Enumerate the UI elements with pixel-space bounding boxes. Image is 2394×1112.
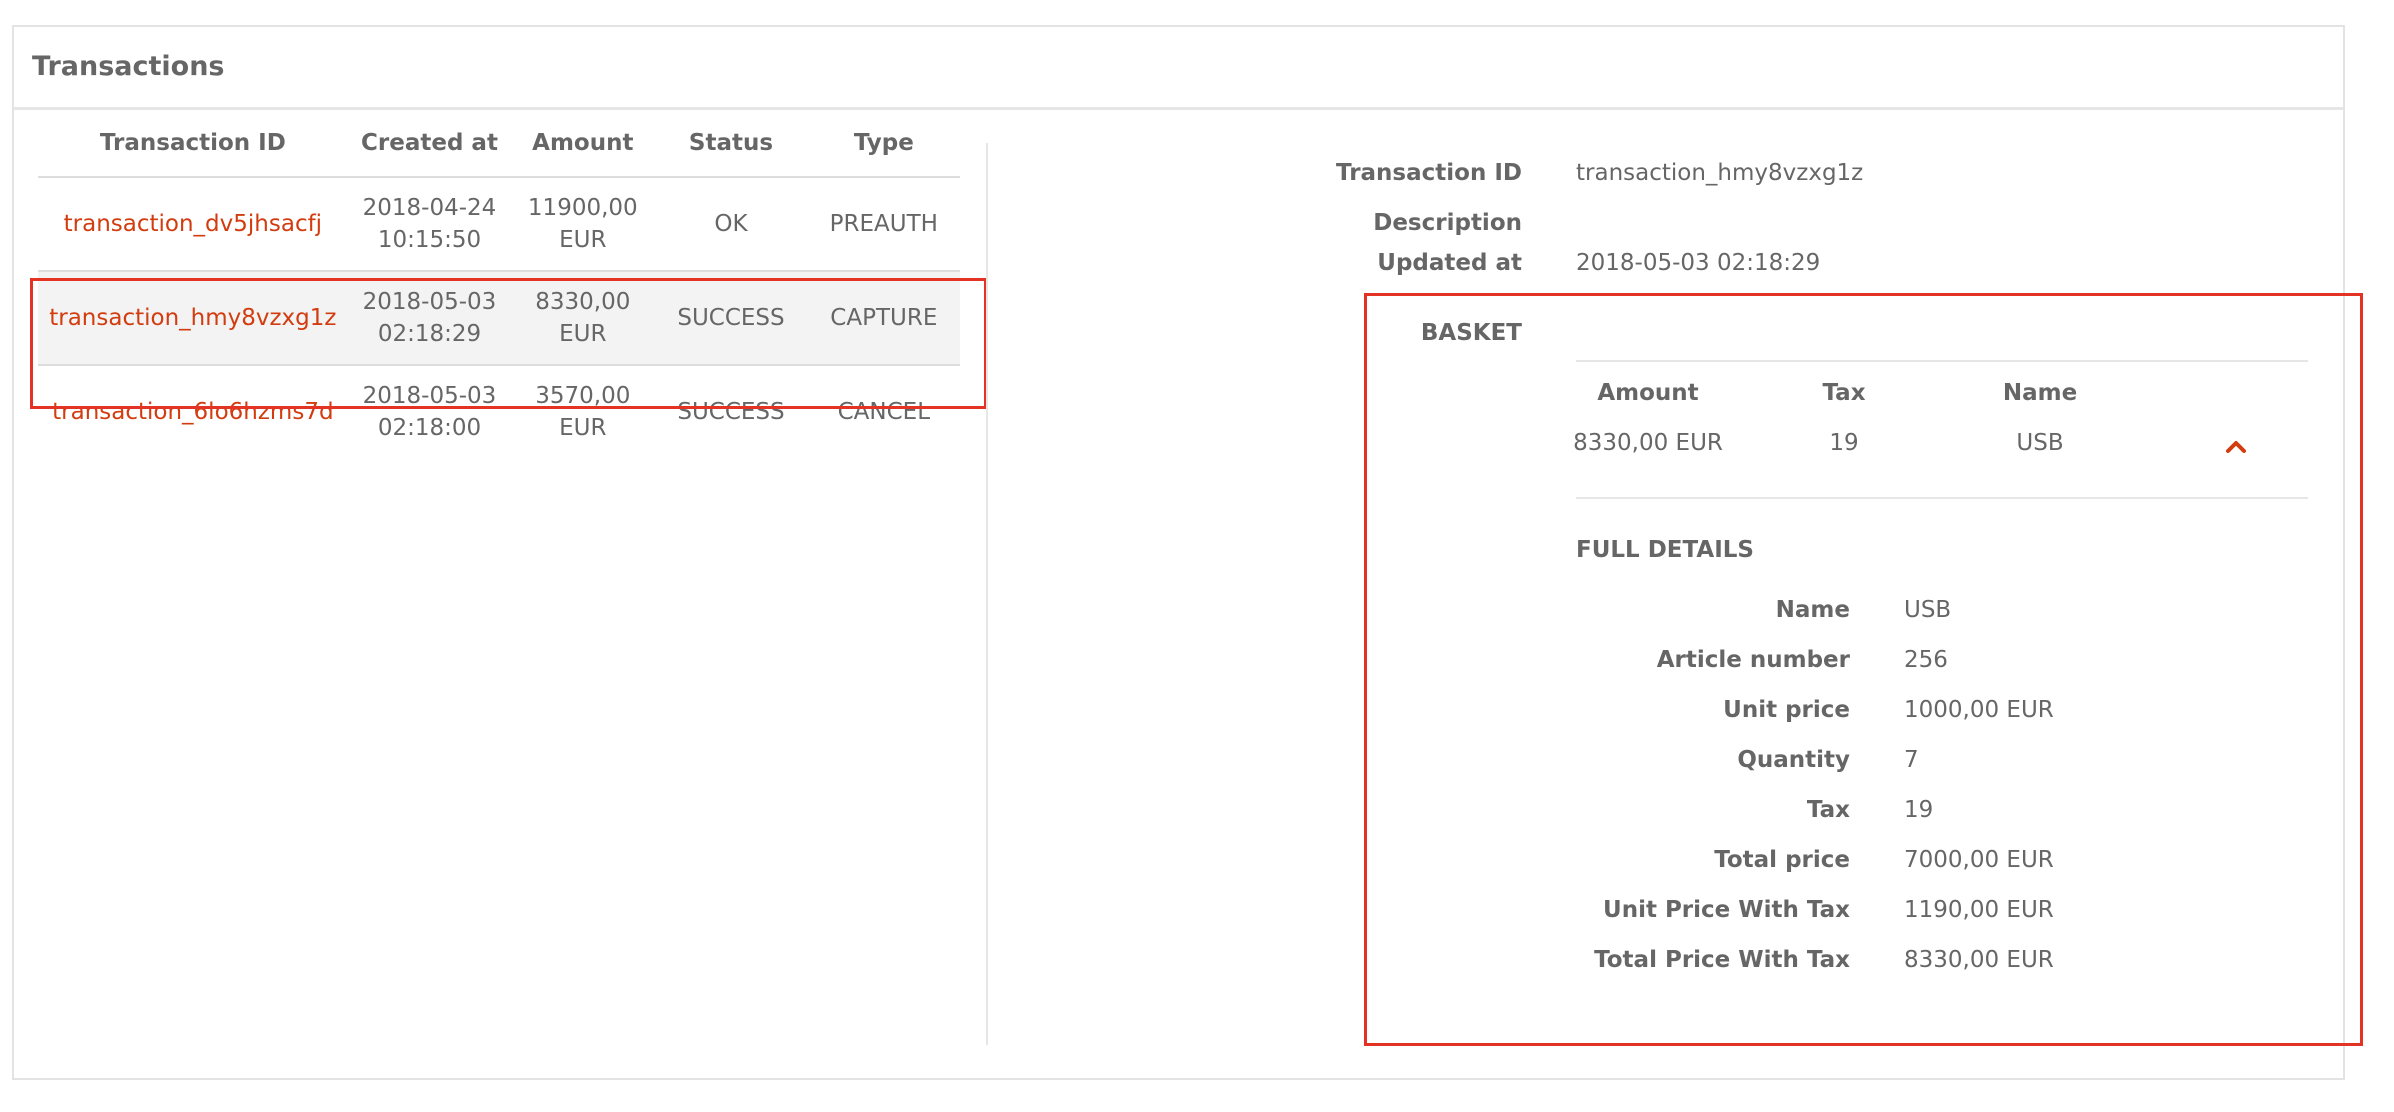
- amount-value: 11900,00: [527, 195, 638, 221]
- full-details-label: Article number: [1656, 647, 1850, 673]
- row-created-at: 2018-05-03 02:18:00: [348, 365, 512, 458]
- transaction-link[interactable]: transaction_6lo6hzms7d: [52, 399, 333, 425]
- table-header-row: Transaction ID Created at Amount Status …: [38, 110, 960, 178]
- full-details-label: Quantity: [1737, 747, 1850, 773]
- row-transaction-id[interactable]: transaction_hmy8vzxg1z: [38, 270, 348, 366]
- row-type: CANCEL: [837, 399, 931, 425]
- header-transaction-id: Transaction ID: [38, 110, 348, 178]
- full-details-title: FULL DETAILS: [1576, 537, 1754, 563]
- row-transaction-id[interactable]: transaction_dv5jhsacfj: [38, 177, 348, 271]
- detail-transaction-id-label: Transaction ID: [1336, 160, 1522, 186]
- amount-value: 3570,00: [535, 383, 631, 409]
- row-type: CAPTURE: [807, 270, 960, 366]
- table-row-selected[interactable]: transaction_hmy8vzxg1z 2018-05-03 02:18:2…: [38, 270, 960, 366]
- header-type: Type: [807, 110, 960, 178]
- full-details-label: Name: [1775, 597, 1850, 623]
- row-status: OK: [714, 211, 748, 237]
- vertical-divider: [986, 143, 988, 1045]
- detail-updated-label: Updated at: [1377, 250, 1522, 276]
- basket-label: BASKET: [1420, 320, 1522, 346]
- created-time: 10:15:50: [377, 227, 482, 253]
- basket-tax: 19: [1829, 430, 1859, 456]
- row-amount: 11900,00 EUR: [511, 177, 654, 271]
- detail-transaction-id-value: transaction_hmy8vzxg1z: [1576, 160, 1864, 186]
- amount-currency: EUR: [559, 321, 607, 347]
- row-created-at: 2018-05-03 02:18:29: [347, 270, 512, 366]
- amount-currency: EUR: [559, 415, 607, 441]
- full-details-value: 1000,00 EUR: [1904, 697, 2054, 723]
- basket-divider-top: [1576, 360, 2308, 362]
- panel-title: Transactions: [32, 51, 225, 82]
- header-status: Status: [654, 110, 808, 178]
- header-created-at: Created at: [347, 110, 512, 178]
- full-details-value: 256: [1904, 647, 1948, 673]
- amount-value: 8330,00: [535, 289, 631, 315]
- transaction-link[interactable]: transaction_hmy8vzxg1z: [49, 305, 336, 331]
- chevron-up-icon[interactable]: [2225, 436, 2247, 458]
- detail-updated-value: 2018-05-03 02:18:29: [1576, 250, 1821, 276]
- basket-amount: 8330,00 EUR: [1573, 430, 1723, 456]
- row-status: SUCCESS: [654, 270, 808, 366]
- full-details-label: Total price: [1714, 847, 1850, 873]
- amount-currency: EUR: [559, 227, 607, 253]
- full-details-label: Unit Price With Tax: [1603, 897, 1850, 923]
- basket-header-name: Name: [2002, 380, 2078, 406]
- full-details-value: 7: [1904, 747, 1919, 773]
- created-date: 2018-04-24: [362, 195, 497, 221]
- transactions-table: Transaction ID Created at Amount Status …: [38, 110, 960, 458]
- row-transaction-id[interactable]: transaction_6lo6hzms7d: [38, 365, 348, 458]
- row-amount: 3570,00 EUR: [511, 365, 654, 458]
- basket-divider-bottom: [1576, 497, 2308, 499]
- created-time: 02:18:00: [377, 415, 482, 441]
- created-date: 2018-05-03: [362, 289, 497, 315]
- basket-header-amount: Amount: [1597, 380, 1699, 406]
- basket-name: USB: [2016, 430, 2064, 456]
- row-status: SUCCESS: [677, 399, 785, 425]
- created-date: 2018-05-03: [362, 383, 497, 409]
- detail-description-label: Description: [1373, 210, 1522, 236]
- header-amount: Amount: [511, 110, 655, 178]
- transaction-link[interactable]: transaction_dv5jhsacfj: [64, 211, 322, 237]
- basket-header-tax: Tax: [1822, 380, 1866, 406]
- full-details-value: USB: [1904, 597, 1952, 623]
- row-amount: 8330,00 EUR: [511, 270, 655, 366]
- created-time: 02:18:29: [377, 321, 482, 347]
- full-details-value: 8330,00 EUR: [1904, 947, 2054, 973]
- full-details-value: 1190,00 EUR: [1904, 897, 2054, 923]
- row-created-at: 2018-04-24 10:15:50: [348, 177, 512, 271]
- full-details-value: 19: [1904, 797, 1934, 823]
- full-details-label: Unit price: [1723, 697, 1850, 723]
- table-row[interactable]: transaction_dv5jhsacfj 2018-04-24 10:15:5…: [38, 177, 960, 271]
- full-details-label: Total Price With Tax: [1594, 947, 1850, 973]
- panel-header: Transactions: [14, 27, 2343, 110]
- full-details-label: Tax: [1806, 797, 1850, 823]
- full-details-value: 7000,00 EUR: [1904, 847, 2054, 873]
- table-row[interactable]: transaction_6lo6hzms7d 2018-05-03 02:18:0…: [38, 365, 960, 458]
- row-type: PREAUTH: [829, 211, 938, 237]
